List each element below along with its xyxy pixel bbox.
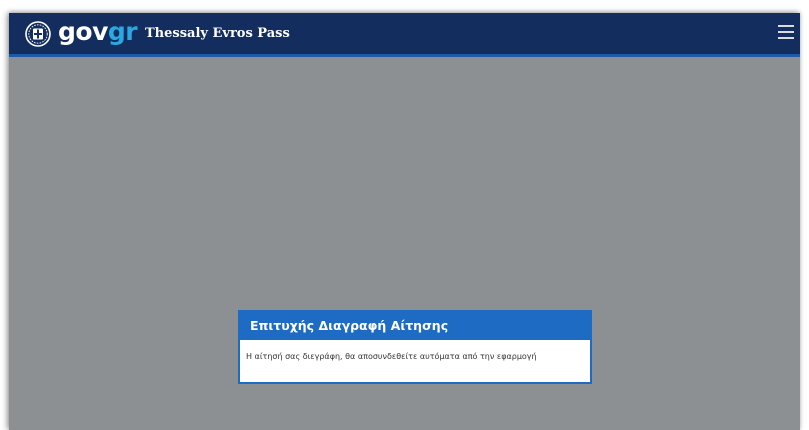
greek-state-emblem-icon bbox=[25, 21, 51, 47]
logo-gr-text: gr bbox=[107, 17, 138, 46]
app-window: govgr Thessaly Evros Pass Επιτυχής Διαγρ… bbox=[9, 13, 800, 430]
hamburger-menu-icon[interactable] bbox=[778, 23, 794, 41]
dialog-title: Επιτυχής Διαγραφή Αίτησης bbox=[240, 312, 590, 340]
success-dialog: Επιτυχής Διαγραφή Αίτησης Η αίτησή σας δ… bbox=[238, 310, 592, 384]
top-header: govgr Thessaly Evros Pass bbox=[9, 13, 800, 57]
govgr-logo[interactable]: govgr bbox=[58, 16, 138, 48]
logo-gov-text: gov bbox=[58, 17, 108, 46]
dialog-message: Η αίτησή σας διεγράφη, θα αποσυνδεθείτε … bbox=[246, 352, 537, 361]
app-title: Thessaly Evros Pass bbox=[145, 26, 290, 41]
